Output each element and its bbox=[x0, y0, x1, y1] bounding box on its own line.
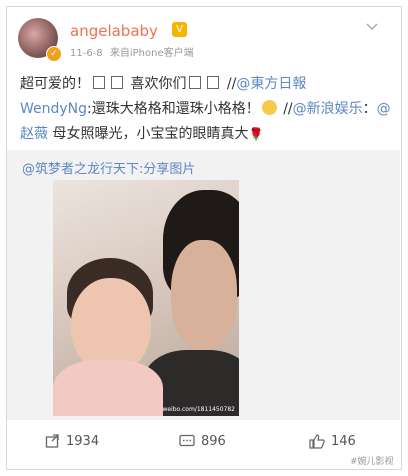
corner-watermark: #婉儿影视 bbox=[350, 457, 394, 467]
like-count: 146 bbox=[331, 434, 356, 449]
mention-link[interactable]: WendyNg bbox=[20, 101, 87, 117]
photo-watermark: weibo.com/1811450782 bbox=[162, 406, 235, 413]
missing-glyph-icon bbox=[189, 76, 202, 89]
missing-glyph-icon bbox=[207, 76, 220, 89]
post-text: 超可爱的！ 喜欢你们 //@東方日報 WendyNg:還珠大格格和還珠小格格！ … bbox=[20, 76, 391, 142]
comment-count: 896 bbox=[201, 434, 226, 449]
thumbs-up-icon bbox=[309, 434, 325, 449]
repost-button[interactable]: 1934 bbox=[45, 434, 99, 449]
mention-link[interactable]: @新浪娱乐 bbox=[293, 101, 363, 117]
mention-link[interactable]: @東方日報 bbox=[236, 76, 306, 92]
smile-emoji-icon bbox=[261, 100, 277, 115]
comment-icon bbox=[179, 434, 195, 447]
comment-button[interactable]: 896 bbox=[179, 434, 226, 449]
repost-header[interactable]: @筑梦者之龙行天下:分享图片 bbox=[22, 158, 195, 177]
username[interactable]: angelababy bbox=[70, 22, 158, 40]
missing-glyph-icon bbox=[93, 76, 105, 89]
shared-photo[interactable]: weibo.com/1811450782 bbox=[53, 180, 239, 416]
member-icon: V bbox=[172, 22, 187, 37]
repost-icon bbox=[45, 434, 59, 448]
action-bar: 1934 896 146 bbox=[7, 428, 400, 464]
post-date: 11-6-8 bbox=[70, 48, 103, 59]
repost-count: 1934 bbox=[66, 434, 100, 449]
post-source: 来自iPhone客户端 bbox=[109, 48, 194, 59]
post-meta: 11-6-8 来自iPhone客户端 bbox=[70, 44, 198, 59]
rose-icon: 🌹 bbox=[248, 127, 264, 141]
repost-box: @筑梦者之龙行天下:分享图片 weibo.com/1811450782 bbox=[7, 150, 400, 420]
photo-mother-face bbox=[171, 240, 237, 350]
missing-glyph-icon bbox=[111, 76, 123, 89]
chevron-down-icon[interactable] bbox=[365, 22, 379, 32]
like-button[interactable]: 146 bbox=[309, 434, 356, 449]
photo-baby-body bbox=[53, 360, 163, 416]
verified-badge-icon: ✓ bbox=[46, 46, 62, 62]
